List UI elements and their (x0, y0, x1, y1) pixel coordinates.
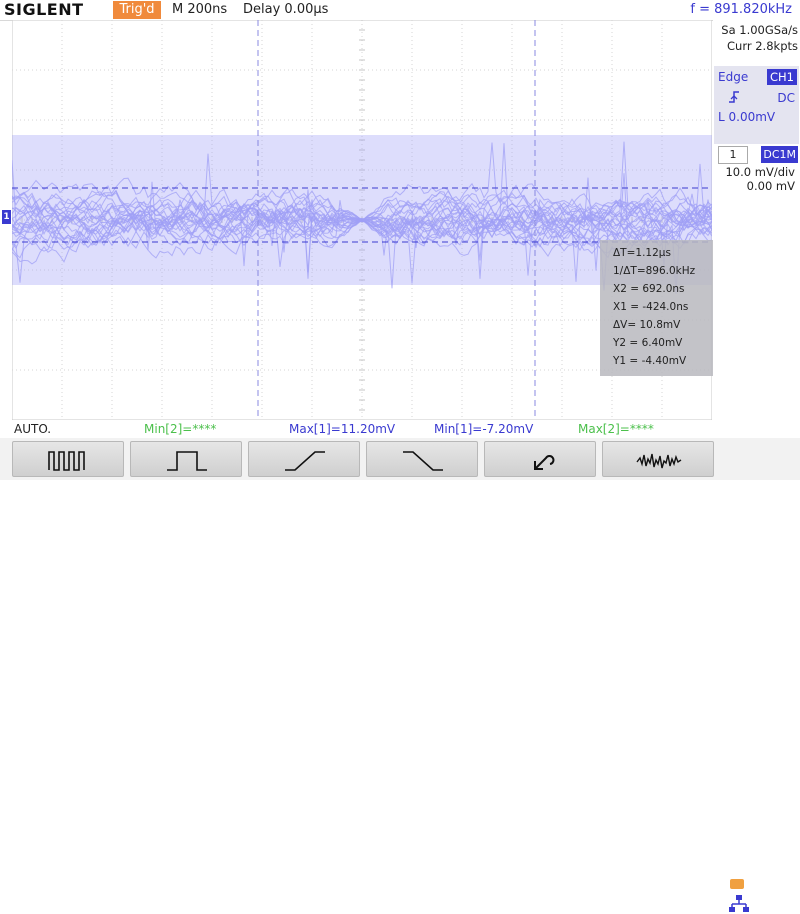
rising-edge-icon (285, 451, 325, 471)
sample-rate: Sa 1.00GSa/s (721, 23, 798, 37)
frequency-readout: f = 891.820kHz (690, 2, 792, 17)
delta-t-readout: ΔT=1.12μs (613, 247, 671, 259)
measure-max2: Max[2]=**** (578, 422, 654, 436)
trigger-status-badge[interactable]: Trig'd (113, 1, 161, 19)
cursor-readout-panel: ΔT=1.12μs 1/ΔT=896.0kHz X2 = 692.0ns X1 … (600, 240, 722, 376)
y2-readout: Y2 = 6.40mV (613, 337, 683, 349)
x1-readout: X1 = -424.0ns (613, 301, 689, 313)
memory-depth: Curr 2.8kpts (727, 39, 798, 53)
y1-readout: Y1 = -4.40mV (613, 355, 687, 367)
channel-number: 1 (718, 146, 748, 164)
return-softkey[interactable] (484, 441, 596, 477)
trigger-coupling: DC (777, 91, 795, 105)
delay-readout[interactable]: Delay 0.00μs (243, 0, 328, 20)
return-icon (534, 455, 555, 470)
waveform-display[interactable]: ΔT=1.12μs 1/ΔT=896.0kHz X2 = 692.0ns X1 … (11, 19, 724, 421)
falling-edge-softkey[interactable] (366, 441, 478, 477)
channel-coupling-badge: DC1M (761, 146, 798, 163)
acquire-mode: AUTO. (14, 422, 52, 436)
usb-icon (730, 879, 744, 889)
measure-min1: Min[1]=-7.20mV (434, 422, 534, 436)
vertical-offset: 0.00 mV (746, 179, 795, 193)
pulse-train-softkey[interactable] (12, 441, 124, 477)
softkey-bar (0, 438, 800, 912)
timebase-readout[interactable]: M 200ns (172, 0, 227, 20)
right-info-panel: Sa 1.00GSa/s Curr 2.8kpts Edge CH1 DC L … (713, 20, 800, 440)
trigger-level: L 0.00mV (718, 110, 776, 124)
trigger-settings-panel[interactable]: Edge CH1 DC L 0.00mV (714, 66, 799, 144)
ch1-offset-marker[interactable]: 1 (2, 210, 11, 224)
trigger-source-badge: CH1 (767, 69, 797, 85)
single-pulse-icon (167, 451, 207, 471)
measure-max1: Max[1]=11.20mV (289, 422, 396, 436)
falling-edge-icon (403, 451, 443, 471)
measure-min2: Min[2]=**** (144, 422, 217, 436)
top-status-bar: SIGLENT Trig'd M 200ns Delay 0.00μs f = … (0, 0, 800, 21)
measurement-bar: AUTO. Min[2]=**** Max[1]=11.20mV Min[1]=… (0, 421, 712, 438)
vertical-scale: 10.0 mV/div (725, 165, 795, 179)
channel1-settings-panel[interactable]: 1 DC1M 10.0 mV/div 0.00 mV (714, 146, 799, 193)
delta-v-readout: ΔV= 10.8mV (613, 319, 681, 331)
noise-waveform-softkey[interactable] (602, 441, 714, 477)
brand-logo: SIGLENT (4, 0, 84, 19)
rising-edge-softkey[interactable] (248, 441, 360, 477)
pulse-train-icon (48, 451, 85, 471)
trigger-type: Edge (718, 70, 749, 84)
network-icon (729, 895, 749, 912)
inv-delta-t-readout: 1/ΔT=896.0kHz (613, 265, 696, 277)
noise-waveform-icon (636, 453, 682, 469)
acquisition-info: Sa 1.00GSa/s Curr 2.8kpts (713, 22, 798, 54)
single-pulse-softkey[interactable] (130, 441, 242, 477)
x2-readout: X2 = 692.0ns (613, 283, 685, 295)
rising-edge-icon (729, 91, 739, 103)
